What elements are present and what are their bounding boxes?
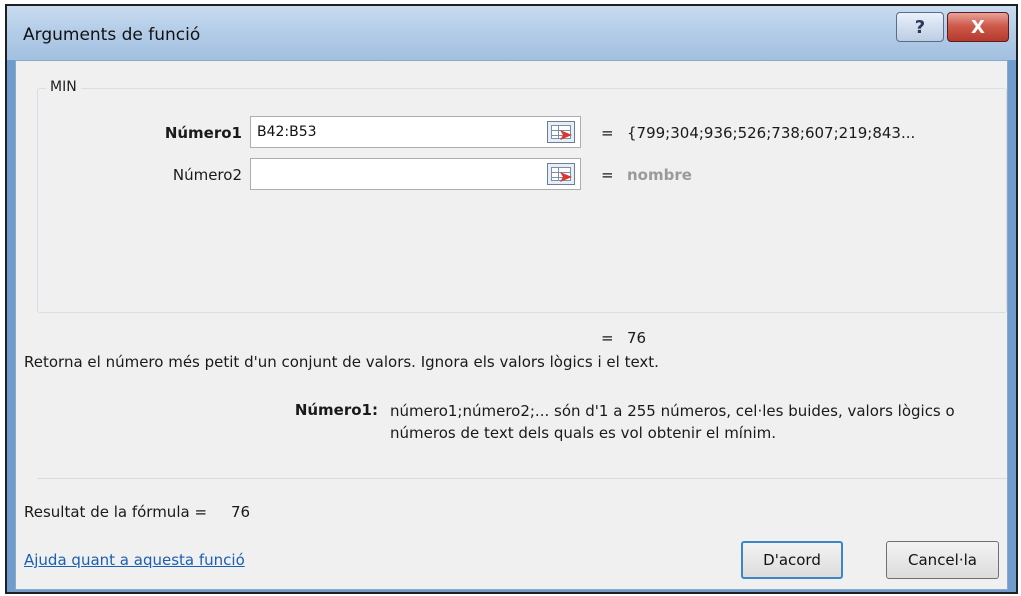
range-select-icon <box>551 167 571 181</box>
formula-result-value: 76 <box>231 503 251 521</box>
argument-1-result: {799;304;936;526;738;607;219;843... <box>627 124 916 142</box>
function-description: Retorna el número més petit d'un conjunt… <box>24 353 659 371</box>
close-button[interactable]: X <box>947 12 1009 42</box>
ok-button[interactable]: D'acord <box>741 541 843 579</box>
argument-1-input[interactable]: B42:B53 <box>250 116 581 148</box>
question-mark-icon: ? <box>914 16 926 38</box>
function-arguments-dialog: Arguments de funció ? X MIN Número1 B42:… <box>5 4 1018 594</box>
dialog-title: Arguments de funció <box>23 25 201 45</box>
range-select-icon <box>551 125 571 139</box>
close-icon: X <box>971 16 985 38</box>
help-link[interactable]: Ajuda quant a aquesta funció <box>24 551 245 569</box>
argument-2-label: Número2 <box>172 166 242 184</box>
formula-result-label: Resultat de la fórmula = <box>24 503 208 521</box>
argument-1-equals: = <box>601 124 614 142</box>
argument-help-label: Número1: <box>294 401 378 419</box>
dialog-body: MIN Número1 B42:B53 = {799;304;936;526;7… <box>15 60 1008 590</box>
separator <box>37 478 1007 479</box>
function-result-equals: = <box>601 329 614 347</box>
cancel-button[interactable]: Cancel·la <box>886 541 999 579</box>
argument-2-equals: = <box>601 166 614 184</box>
help-button[interactable]: ? <box>896 12 944 42</box>
title-bar[interactable]: Arguments de funció ? X <box>7 6 1016 60</box>
argument-1-label: Número1 <box>164 124 242 142</box>
function-result-value: 76 <box>627 329 647 347</box>
argument-help-text: número1;número2;... són d'1 a 255 número… <box>390 402 955 442</box>
argument-2-collapse-button[interactable] <box>547 163 575 185</box>
argument-1-collapse-button[interactable] <box>547 121 575 143</box>
argument-2-input[interactable] <box>250 158 581 190</box>
argument-2-result: nombre <box>627 166 692 184</box>
function-name: MIN <box>46 79 81 95</box>
